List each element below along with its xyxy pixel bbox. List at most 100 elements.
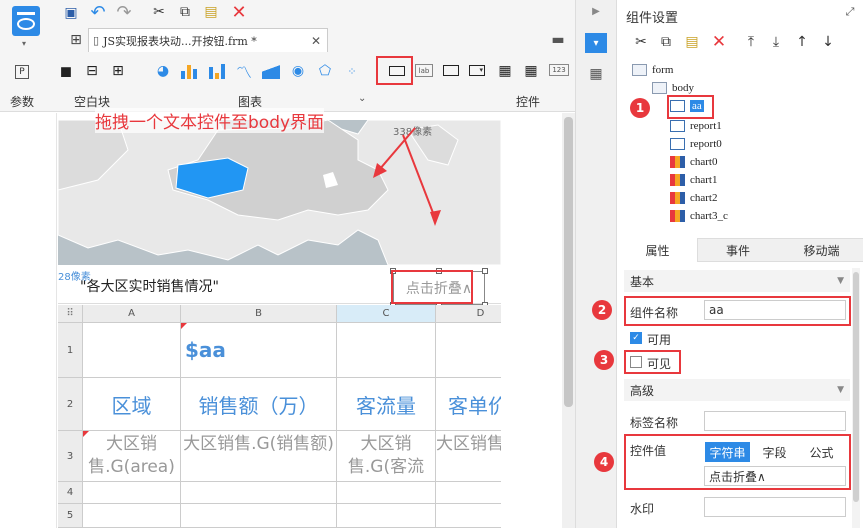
col-header[interactable]: C (337, 305, 436, 323)
tree-item-report1[interactable]: report1 (670, 118, 722, 134)
table-cell[interactable] (337, 504, 436, 528)
enabled-checkbox[interactable]: ✓ (630, 332, 642, 344)
tab-events[interactable]: 事件 (698, 238, 778, 262)
chevron-down-icon[interactable]: ⌄ (358, 93, 366, 104)
combo-widget-icon[interactable]: ▾ (469, 65, 485, 76)
param-cell[interactable]: $aa (181, 323, 337, 378)
absolute-block-icon[interactable]: ◼ (58, 62, 74, 80)
table-cell[interactable] (436, 482, 501, 504)
copy-icon[interactable]: ⧉ (176, 3, 194, 21)
data-cell[interactable]: 大区销售.G(客单价) (436, 431, 501, 482)
date-widget-icon[interactable]: ▦ (523, 63, 539, 79)
scrollbar-thumb[interactable] (853, 272, 859, 502)
column-chart-icon[interactable] (208, 63, 226, 79)
group-param-label: 参数 (10, 95, 35, 109)
paste-icon[interactable]: ▤ (202, 3, 220, 21)
move-bottom-icon[interactable]: ⤓ (767, 33, 785, 51)
tree-item-chart1[interactable]: chart1 (670, 172, 717, 188)
table-cell[interactable] (181, 482, 337, 504)
widget-settings-toggle[interactable]: ▾ (585, 33, 607, 53)
row-header[interactable]: 5 (58, 504, 83, 528)
number-widget-icon[interactable]: 123 (549, 64, 569, 76)
paste-icon[interactable]: ▤ (683, 33, 701, 51)
table-cell[interactable] (436, 323, 501, 378)
row-header[interactable]: 3 (58, 431, 83, 482)
undo-icon[interactable]: ↶ (88, 2, 108, 23)
gauge-chart-icon[interactable]: ◉ (290, 63, 306, 79)
table-cell[interactable] (83, 482, 181, 504)
data-cell[interactable]: 大区销售.G(客流量) (337, 431, 436, 482)
save-icon[interactable]: ▣ (62, 4, 80, 22)
expand-icon[interactable]: ⤢ (843, 5, 857, 19)
cut-icon[interactable]: ✂ (150, 3, 168, 21)
report-sheet[interactable]: ⠿ A B C D 1 2 3 4 5 $aa 区域 销售额（万） 客流量 客单… (58, 305, 501, 528)
panel-scrollbar[interactable] (852, 268, 860, 528)
resize-handle[interactable] (482, 268, 488, 274)
radar-chart-icon[interactable]: ⬠ (317, 63, 333, 79)
col-header[interactable]: D (436, 305, 501, 323)
tree-item-body[interactable]: body (652, 80, 694, 96)
redo-icon[interactable]: ↷ (114, 2, 134, 23)
col-header[interactable]: A (83, 305, 181, 323)
header-cell[interactable]: 客单价 (436, 378, 501, 431)
line-chart-icon[interactable]: 〽 (235, 63, 253, 82)
scrollbar-thumb[interactable] (564, 117, 573, 407)
button-widget-icon[interactable] (443, 65, 459, 76)
collapse-arrow-icon[interactable]: ▶ (589, 4, 603, 18)
document-icon: ▯ (93, 34, 100, 47)
tree-item-chart3-c[interactable]: chart3_c (670, 208, 728, 224)
split-block-icon[interactable]: ⊟ (84, 63, 100, 79)
layout-panel-icon[interactable]: ▦ (588, 66, 604, 82)
tab-mobile[interactable]: 移动端 (780, 238, 863, 262)
table-cell[interactable] (337, 482, 436, 504)
watermark-input[interactable] (704, 497, 846, 517)
section-advanced[interactable]: 高级 ▼ (624, 379, 850, 401)
table-cell[interactable] (337, 323, 436, 378)
pie-chart-icon[interactable]: ◕ (155, 63, 171, 79)
canvas-scrollbar[interactable] (562, 113, 575, 528)
tree-item-chart2[interactable]: chart2 (670, 190, 717, 206)
sheet-corner[interactable]: ⠿ (58, 305, 83, 323)
table-cell[interactable] (83, 504, 181, 528)
copy-icon[interactable]: ⧉ (657, 33, 675, 51)
header-cell[interactable]: 销售额（万） (181, 378, 337, 431)
tree-item-report0[interactable]: report0 (670, 136, 722, 152)
area-chart-icon[interactable] (262, 64, 280, 79)
row-header[interactable]: 1 (58, 323, 83, 378)
delete-icon[interactable]: ✕ (710, 32, 728, 52)
tab-menu-icon[interactable]: ▬ (550, 32, 566, 48)
scatter-chart-icon[interactable]: ⁘ (344, 63, 360, 79)
data-cell[interactable]: 大区销售.G(area) (83, 431, 181, 482)
tag-input[interactable] (704, 411, 846, 431)
close-tab-icon[interactable]: ✕ (311, 34, 321, 48)
row-header[interactable]: 4 (58, 482, 83, 504)
tree-item-form[interactable]: form (632, 62, 673, 78)
delete-icon[interactable]: ✕ (230, 2, 248, 23)
move-down-icon[interactable]: ↓ (819, 33, 837, 51)
cut-icon[interactable]: ✂ (632, 33, 650, 51)
panel-title: 组件设置 (626, 11, 679, 26)
move-top-icon[interactable]: ⤒ (742, 33, 760, 51)
row-header[interactable]: 2 (58, 378, 83, 431)
section-basic[interactable]: 基本 ▼ (624, 270, 850, 292)
tab-block-icon[interactable]: ⊞ (110, 63, 126, 79)
document-tab[interactable]: ▯ JS实现报表块动...开按钮.frm * ✕ (88, 28, 328, 52)
bar-chart-icon[interactable] (180, 63, 198, 79)
tab-properties[interactable]: 属性 (618, 238, 698, 262)
tree-widget-icon[interactable]: ▦ (497, 63, 513, 79)
col-header[interactable]: B (181, 305, 337, 323)
header-cell[interactable]: 客流量 (337, 378, 436, 431)
preview-icon[interactable] (12, 6, 40, 36)
chevron-down-icon[interactable]: ▾ (22, 39, 26, 48)
tree-item-chart0[interactable]: chart0 (670, 154, 717, 170)
table-cell[interactable] (181, 504, 337, 528)
label-widget-icon[interactable]: lab (415, 64, 433, 77)
data-cell[interactable]: 大区销售.G(销售额) (181, 431, 337, 482)
table-cell[interactable] (83, 323, 181, 378)
move-up-icon[interactable]: ↑ (793, 33, 811, 51)
highlight-box (624, 350, 681, 374)
table-cell[interactable] (436, 504, 501, 528)
header-cell[interactable]: 区域 (83, 378, 181, 431)
param-icon[interactable]: P (15, 65, 29, 79)
grid-icon[interactable]: ⊞ (66, 30, 86, 50)
